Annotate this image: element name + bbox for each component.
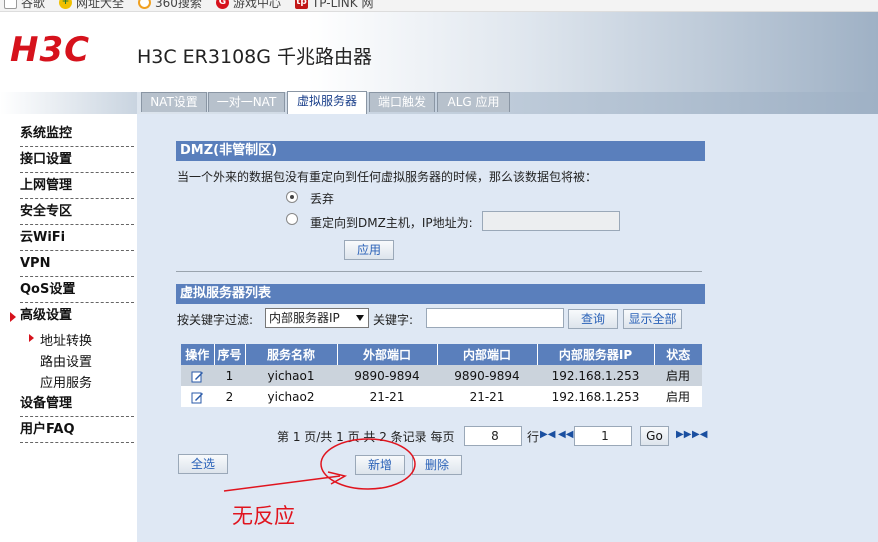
annotation-text: 无反应 [232,504,295,528]
annotation-overlay [223,438,416,492]
annotation-arrow-line [223,475,341,492]
